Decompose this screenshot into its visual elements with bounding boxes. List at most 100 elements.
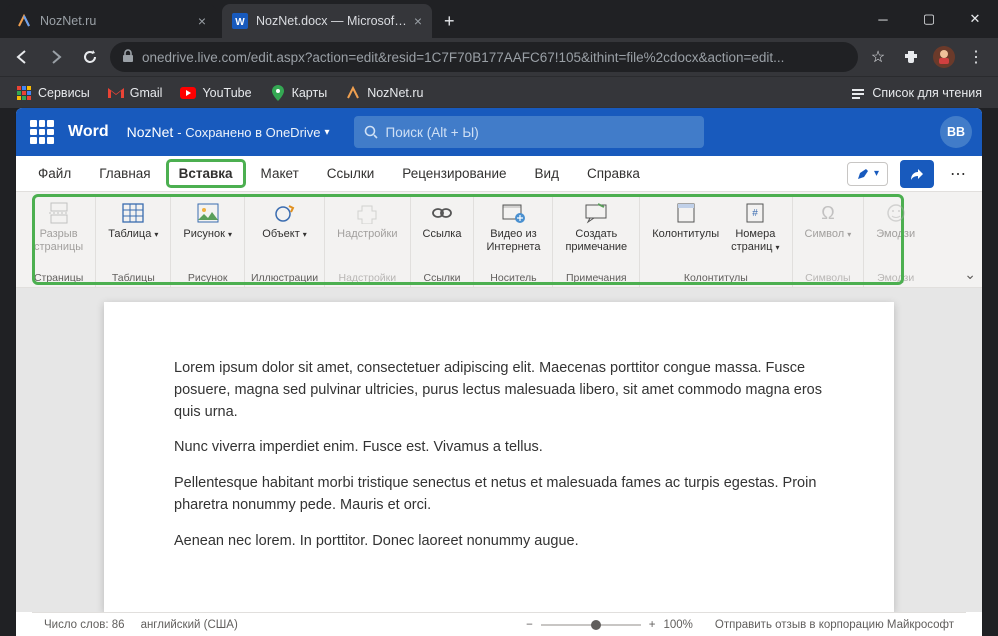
tab-home[interactable]: Главная — [87, 160, 162, 187]
lock-icon — [122, 49, 134, 66]
gmail-icon — [108, 85, 124, 101]
tab-title: NozNet.docx — Microsoft Word — [256, 14, 408, 28]
user-avatar[interactable]: ВВ — [940, 116, 972, 148]
bookmark-youtube[interactable]: YouTube — [172, 81, 259, 105]
tab-review[interactable]: Рецензирование — [390, 160, 518, 187]
word-count[interactable]: Число слов: 86 — [44, 619, 125, 631]
zoom-in-button[interactable]: + — [649, 619, 656, 631]
search-placeholder: Поиск (Alt + Ы) — [386, 125, 479, 140]
url-text: onedrive.live.com/edit.aspx?action=edit&… — [142, 50, 784, 65]
back-button[interactable] — [8, 43, 36, 71]
maps-icon — [270, 85, 286, 101]
forward-button[interactable] — [42, 43, 70, 71]
bookmark-noznet[interactable]: NozNet.ru — [337, 81, 431, 105]
document-canvas[interactable]: Lorem ipsum dolor sit amet, consectetuer… — [16, 288, 982, 612]
close-window-button[interactable]: ✕ — [952, 0, 998, 38]
emoji-icon — [882, 200, 910, 226]
apps-icon — [16, 85, 32, 101]
ribbon-group-picture: Рисунок ▾ Рисунок — [171, 196, 245, 287]
tab-help[interactable]: Справка — [575, 160, 652, 187]
ribbon-btn-video[interactable]: Видео из Интернета — [480, 198, 546, 255]
close-icon[interactable]: × — [198, 13, 206, 29]
reload-button[interactable] — [76, 43, 104, 71]
video-icon — [499, 200, 527, 226]
picture-icon — [194, 200, 222, 226]
ribbon-btn-object[interactable]: Объект ▾ — [256, 198, 313, 243]
tab-references[interactable]: Ссылки — [315, 160, 387, 187]
bookmark-services[interactable]: Сервисы — [8, 81, 98, 105]
paragraph[interactable]: Nunc viverra imperdiet enim. Fusce est. … — [174, 437, 824, 459]
browser-tab-2[interactable]: W NozNet.docx — Microsoft Word × — [222, 4, 432, 38]
chevron-down-icon: ▾ — [874, 168, 879, 179]
more-button[interactable]: ⋯ — [944, 160, 972, 188]
ribbon-group-comments: Создать примечание Примечания — [553, 196, 640, 287]
ribbon-group-pages: Разрыв страницыСтраницы — [22, 196, 96, 287]
bookmark-gmail[interactable]: Gmail — [100, 81, 171, 105]
save-status[interactable]: - Сохранено в OneDrive — [177, 125, 320, 140]
ribbon-btn-link[interactable]: Ссылка — [417, 198, 468, 243]
zoom-out-button[interactable]: − — [526, 619, 533, 631]
document-name[interactable]: NozNet — [127, 124, 174, 140]
tab-view[interactable]: Вид — [523, 160, 571, 187]
ribbon-btn-emoji: Эмодзи — [870, 198, 921, 243]
link-icon — [428, 200, 456, 226]
ribbon-group-emoji: ЭмодзиЭмодзи — [864, 196, 927, 287]
new-tab-button[interactable]: + — [444, 11, 455, 32]
ribbon-group-media: Видео из ИнтернетаНоситель — [474, 196, 553, 287]
document-page[interactable]: Lorem ipsum dolor sit amet, consectetuer… — [104, 302, 894, 612]
menu-icon[interactable]: ⋮ — [962, 43, 990, 71]
chevron-down-icon[interactable]: ▾ — [325, 127, 330, 138]
tab-layout[interactable]: Макет — [249, 160, 311, 187]
language[interactable]: английский (США) — [141, 619, 238, 631]
group-label: Таблицы — [112, 270, 155, 287]
youtube-icon — [180, 85, 196, 101]
ribbon-group-symbols: ΩСимвол ▾Символы — [793, 196, 865, 287]
profile-avatar[interactable] — [932, 45, 956, 69]
minimize-button[interactable]: ─ — [860, 0, 906, 38]
ribbon-btn-comment[interactable]: Создать примечание — [559, 198, 633, 255]
bookmark-maps[interactable]: Карты — [262, 81, 336, 105]
tab-title: NozNet.ru — [40, 14, 192, 28]
ribbon-btn-table[interactable]: Таблица ▾ — [102, 198, 164, 243]
group-label: Надстройки — [339, 270, 397, 287]
address-bar: onedrive.live.com/edit.aspx?action=edit&… — [0, 38, 998, 76]
group-label: Рисунок — [188, 270, 228, 287]
group-label: Примечания — [566, 270, 627, 287]
browser-titlebar: NozNet.ru × W NozNet.docx — Microsoft Wo… — [0, 0, 998, 38]
paragraph[interactable]: Pellentesque habitant morbi tristique se… — [174, 473, 824, 517]
star-icon[interactable]: ☆ — [864, 43, 892, 71]
group-label: Колонтитулы — [684, 270, 748, 287]
word-brand[interactable]: Word — [68, 123, 109, 141]
url-field[interactable]: onedrive.live.com/edit.aspx?action=edit&… — [110, 42, 858, 72]
ribbon-btn-picture[interactable]: Рисунок ▾ — [177, 198, 238, 243]
browser-tab-1[interactable]: NozNet.ru × — [6, 4, 216, 38]
ribbon-btn-headers[interactable]: Колонтитулы — [646, 198, 725, 243]
tab-insert[interactable]: Вставка — [167, 160, 245, 187]
word-online-app: Word NozNet - Сохранено в OneDrive ▾ Пои… — [16, 108, 982, 636]
close-icon[interactable]: × — [414, 13, 422, 29]
feedback-link[interactable]: Отправить отзыв в корпорацию Майкрософт — [715, 619, 954, 631]
ribbon-insert: Разрыв страницыСтраницыТаблица ▾ Таблицы Р… — [16, 192, 982, 288]
maximize-button[interactable]: ▢ — [906, 0, 952, 38]
share-button[interactable] — [900, 160, 934, 188]
editing-mode-dropdown[interactable]: ▾ — [847, 162, 888, 186]
paragraph[interactable]: Aenean nec lorem. In porttitor. Donec la… — [174, 531, 824, 553]
ribbon-btn-pagenum[interactable]: #Номера страниц ▾ — [725, 198, 785, 255]
group-label: Ссылки — [423, 270, 460, 287]
addins-icon — [353, 200, 381, 226]
zoom-value[interactable]: 100% — [664, 619, 693, 631]
search-icon — [364, 125, 378, 139]
object-icon — [271, 200, 299, 226]
reading-list[interactable]: Список для чтения — [842, 81, 990, 105]
extensions-icon[interactable] — [898, 43, 926, 71]
tab-file[interactable]: Файл — [26, 160, 83, 187]
share-icon — [909, 167, 925, 181]
ribbon-expand-chevron[interactable]: ⌄ — [964, 266, 976, 283]
zoom-slider[interactable] — [541, 624, 641, 626]
paragraph[interactable]: Lorem ipsum dolor sit amet, consectetuer… — [174, 358, 824, 423]
symbol-icon: Ω — [814, 200, 842, 226]
search-input[interactable]: Поиск (Alt + Ы) — [354, 116, 704, 148]
comment-icon — [582, 200, 610, 226]
favicon-word: W — [232, 13, 248, 29]
app-launcher-icon[interactable] — [26, 116, 58, 148]
